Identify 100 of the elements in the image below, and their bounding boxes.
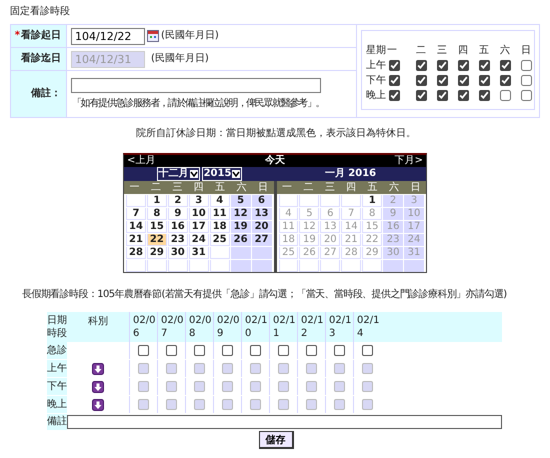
checkbox[interactable] bbox=[389, 75, 400, 86]
calendar-day[interactable]: 1 bbox=[362, 195, 382, 207]
checkbox[interactable] bbox=[437, 90, 448, 101]
remark-field[interactable] bbox=[67, 415, 502, 429]
checkbox[interactable] bbox=[416, 75, 427, 86]
checkbox[interactable] bbox=[389, 90, 400, 101]
calendar-day[interactable]: 14 bbox=[126, 221, 146, 233]
checkbox[interactable] bbox=[437, 75, 448, 86]
row-header: 下午 bbox=[47, 378, 67, 396]
weekday-header: 五 bbox=[479, 44, 489, 56]
calendar-day[interactable]: 18 bbox=[210, 221, 230, 233]
date-header: 02/09 bbox=[213, 312, 241, 342]
calendar-day[interactable]: 8 bbox=[146, 208, 167, 220]
dropdown-icon[interactable] bbox=[92, 362, 104, 374]
checkbox[interactable] bbox=[521, 90, 532, 101]
section-title: 固定看診時段 bbox=[9, 4, 71, 19]
weekday-header: 星期 bbox=[366, 44, 386, 56]
column-header: 科別 bbox=[88, 316, 108, 328]
calendar-day[interactable]: 11 bbox=[210, 208, 230, 220]
caret-icon[interactable] bbox=[232, 170, 240, 178]
weekday-header: 二 bbox=[416, 44, 426, 56]
checkbox[interactable] bbox=[166, 345, 177, 356]
calendar-day[interactable]: 27 bbox=[252, 234, 272, 246]
date-format-hint: (民國年月日) bbox=[161, 30, 219, 42]
calendar-day[interactable]: 5 bbox=[230, 195, 251, 207]
checkbox[interactable] bbox=[500, 60, 511, 71]
checkbox[interactable] bbox=[416, 60, 427, 71]
checkbox[interactable] bbox=[458, 90, 469, 101]
checkbox[interactable] bbox=[362, 345, 373, 356]
dropdown-icon[interactable] bbox=[92, 380, 104, 392]
calendar-day[interactable]: 3 bbox=[188, 195, 209, 207]
checkbox[interactable] bbox=[194, 345, 205, 356]
date-header: 02/11 bbox=[269, 312, 297, 342]
prev-month-link[interactable]: <上月 bbox=[127, 155, 156, 167]
calendar-day[interactable]: 9 bbox=[168, 208, 188, 220]
weekday-header: 五 bbox=[215, 182, 226, 194]
field-label: 看診起日 bbox=[21, 30, 61, 42]
calendar-day[interactable]: 10 bbox=[188, 208, 209, 220]
calendar-day[interactable]: 17 bbox=[188, 221, 209, 233]
checkbox[interactable] bbox=[500, 75, 511, 86]
calendar-day[interactable]: 26 bbox=[230, 234, 251, 246]
checkbox[interactable] bbox=[479, 75, 490, 86]
weekday-header: 一 bbox=[387, 44, 397, 56]
today-link[interactable]: 今天 bbox=[265, 155, 285, 167]
calendar-day[interactable]: 22 bbox=[146, 234, 167, 246]
calendar-day[interactable]: 25 bbox=[210, 234, 230, 246]
checkbox[interactable] bbox=[138, 345, 149, 356]
save-button[interactable]: 儲存 bbox=[258, 431, 294, 449]
calendar-day[interactable]: 31 bbox=[188, 247, 209, 259]
checkbox[interactable] bbox=[479, 90, 490, 101]
month-select[interactable]: 十二月 bbox=[156, 167, 200, 181]
checkbox[interactable] bbox=[278, 345, 289, 356]
remark-field[interactable] bbox=[71, 78, 321, 93]
closure-note: 院所自訂休診日期：當日期被點選成黑色，表示該日為特休日。 bbox=[135, 128, 417, 141]
checkbox[interactable] bbox=[334, 345, 345, 356]
time-slot-label: 晚上 bbox=[366, 90, 386, 102]
weekday-header: 二 bbox=[151, 182, 162, 194]
checkbox[interactable] bbox=[437, 60, 448, 71]
calendar-day[interactable]: 6 bbox=[252, 195, 272, 207]
calendar-day[interactable]: 29 bbox=[146, 247, 167, 259]
checkbox[interactable] bbox=[500, 90, 511, 101]
calendar-day[interactable]: 30 bbox=[168, 247, 188, 259]
next-month-link[interactable]: 下月> bbox=[394, 155, 423, 167]
weekday-header: 五 bbox=[368, 182, 378, 194]
calendar-icon[interactable] bbox=[147, 30, 159, 42]
checkbox[interactable] bbox=[416, 90, 427, 101]
calendar-day[interactable]: 1 bbox=[146, 195, 167, 207]
calendar-day[interactable]: 23 bbox=[168, 234, 188, 246]
start-date-field[interactable]: 104/12/22 bbox=[71, 28, 145, 44]
calendar-day[interactable]: 4 bbox=[210, 195, 230, 207]
calendar-day[interactable]: 13 bbox=[252, 208, 272, 220]
calendar-day[interactable]: 28 bbox=[126, 247, 146, 259]
checkbox[interactable] bbox=[222, 345, 233, 356]
field-label: 備註： bbox=[31, 88, 61, 100]
year-select[interactable]: 2015 bbox=[202, 167, 242, 181]
calendar-day[interactable]: 15 bbox=[146, 221, 167, 233]
weekday-header: 日 bbox=[410, 182, 420, 194]
checkbox[interactable] bbox=[521, 60, 532, 71]
calendar-day[interactable]: 21 bbox=[126, 234, 146, 246]
checkbox[interactable] bbox=[250, 345, 261, 356]
weekday-header: 三 bbox=[172, 182, 182, 194]
calendar-day[interactable]: 12 bbox=[230, 208, 251, 220]
calendar-day[interactable]: 7 bbox=[126, 208, 146, 220]
weekday-header: 六 bbox=[236, 182, 246, 194]
weekday-header: 六 bbox=[500, 44, 510, 56]
weekday-header: 四 bbox=[346, 182, 356, 194]
dropdown-icon[interactable] bbox=[92, 398, 104, 410]
calendar-day[interactable]: 19 bbox=[230, 221, 251, 233]
calendar-day[interactable]: 20 bbox=[252, 221, 272, 233]
checkbox[interactable] bbox=[458, 75, 469, 86]
caret-icon[interactable] bbox=[190, 170, 198, 178]
checkbox[interactable] bbox=[306, 345, 317, 356]
calendar-day[interactable]: 24 bbox=[188, 234, 209, 246]
calendar-day[interactable]: 16 bbox=[168, 221, 188, 233]
calendar-day[interactable]: 2 bbox=[168, 195, 188, 207]
checkbox[interactable] bbox=[458, 60, 469, 71]
checkbox[interactable] bbox=[389, 60, 400, 71]
checkbox[interactable] bbox=[479, 60, 490, 71]
checkbox[interactable] bbox=[521, 75, 532, 86]
required-mark: * bbox=[14, 30, 20, 42]
